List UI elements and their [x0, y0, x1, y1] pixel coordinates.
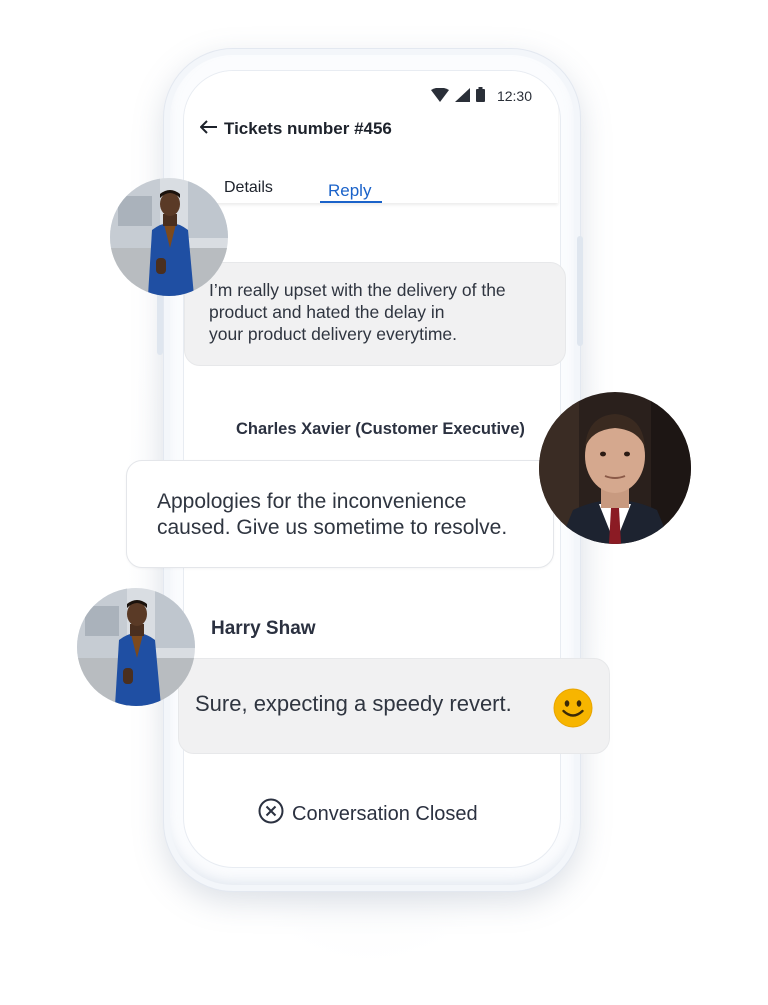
avatar: [539, 392, 691, 544]
app-header: 12:30 Tickets number #456 Details Reply: [184, 71, 558, 203]
conversation-status-text: Conversation Closed: [292, 802, 478, 825]
sender-name: Harry Shaw: [211, 618, 316, 639]
page-title: Tickets number #456: [224, 119, 392, 138]
avatar: [110, 178, 228, 296]
message-text: product and hated the delay in: [209, 302, 445, 322]
signal-icon: [454, 87, 470, 105]
message-bubble-executive: Appologies for the inconvenience caused.…: [126, 460, 554, 568]
ticket-title-bar: Tickets number #456: [199, 119, 392, 139]
arrow-left-icon[interactable]: [199, 119, 218, 139]
message-text: Appologies for the inconvenience: [157, 490, 467, 513]
phone-side-button: [577, 236, 583, 346]
sender-name: Charles Xavier (Customer Executive): [236, 420, 525, 438]
tab-reply[interactable]: Reply: [328, 181, 371, 201]
message-text: your product delivery everytime.: [209, 324, 458, 344]
wifi-icon: [430, 87, 449, 105]
message-text: I’m really upset with the delivery of th…: [209, 280, 506, 300]
smiley-face-icon: [553, 688, 593, 728]
stage: 12:30 Tickets number #456 Details Reply …: [0, 0, 768, 1005]
message-bubble-customer-reply: Sure, expecting a speedy revert.: [178, 658, 610, 754]
close-circle-icon: [258, 798, 284, 830]
message-text: caused. Give us sometime to resolve.: [157, 516, 508, 539]
avatar: [77, 588, 195, 706]
battery-icon: [475, 87, 485, 105]
message-bubble-customer: I’m really upset with the delivery of th…: [184, 262, 566, 366]
conversation-status: Conversation Closed: [258, 798, 478, 830]
status-time: 12:30: [496, 88, 532, 104]
message-text: Sure, expecting a speedy revert.: [195, 691, 512, 716]
tab-details[interactable]: Details: [224, 179, 273, 197]
tab-active-indicator: [320, 201, 382, 203]
status-bar: 12:30: [430, 87, 532, 105]
